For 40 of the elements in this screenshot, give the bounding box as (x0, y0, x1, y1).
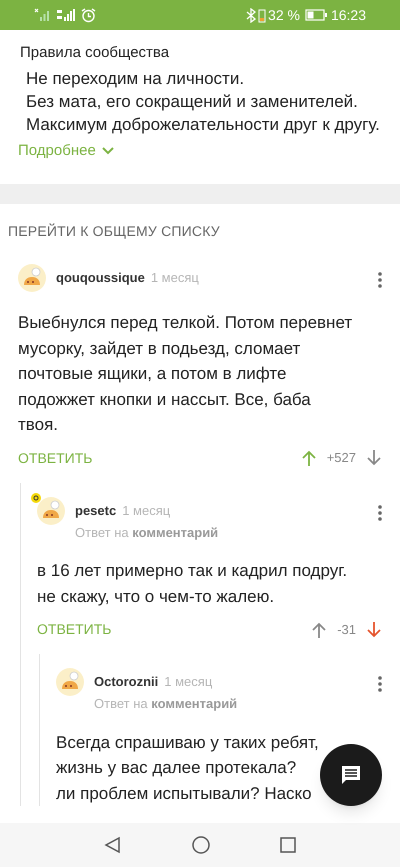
parent-comment-link[interactable]: комментарий (151, 696, 238, 711)
comment-text: в 16 лет примерно так и кадрил подруг. не скажу, что о чем-то жалею. (37, 560, 348, 608)
rating-count: -31 (337, 620, 356, 639)
comment-time: 1 месяц (164, 673, 212, 692)
bluetooth-icon (246, 8, 256, 22)
recents-icon[interactable] (280, 837, 296, 853)
parent-comment-link[interactable]: комментарий (132, 524, 218, 540)
back-icon[interactable] (104, 836, 122, 854)
rules-text: Не переходим на личности. Без мата, его сокращений и заменителей. Максимум доброжелательности друг к другу. (25, 68, 380, 136)
chevron-down-icon (102, 146, 114, 155)
upvote-icon[interactable] (311, 620, 328, 638)
more-options-icon[interactable] (378, 272, 382, 288)
comment-text: Всегда спрашиваю у таких ребят, жизнь у вас далее протекала? ли проблем испытывали? Наско (56, 732, 319, 804)
battery-icon (304, 9, 327, 21)
signal-icon (34, 8, 52, 22)
more-options-icon[interactable] (378, 676, 382, 692)
author-name[interactable]: qouqoussique (56, 268, 145, 288)
reply-to-label: Ответ на (75, 524, 129, 540)
signal-icon (56, 8, 76, 22)
rules-title: Правила сообщества (19, 43, 170, 63)
alarm-icon (81, 8, 96, 22)
battery-percent: 32 % (268, 6, 300, 24)
comment-time: 1 месяц (150, 269, 199, 288)
clock: 16:23 (330, 6, 366, 24)
downvote-icon[interactable] (366, 620, 382, 638)
more-link[interactable]: Подробнее (18, 140, 114, 162)
home-icon[interactable] (192, 836, 210, 854)
reply-button[interactable]: ОТВЕТИТЬ (37, 619, 112, 640)
more-options-icon[interactable] (378, 504, 382, 520)
battery-icon (258, 8, 266, 22)
message-icon (339, 763, 363, 787)
author-name[interactable]: Octoroznii (94, 672, 158, 692)
comment-text: Выебнулся перед телкой. Потом перевнет мусорку, зайдет в подьезд, сломает почтовые ящики, а потом в лифте подожжет кнопки и нассыт. Все, баба твоя. (18, 312, 352, 436)
reply-button[interactable]: ОТВЕТИТЬ (18, 448, 92, 468)
rating-count: +527 (326, 449, 356, 468)
all-comments-link[interactable]: ПЕРЕЙТИ К ОБЩЕМУ СПИСКУ (0, 204, 400, 250)
reply-to-label: Ответ на (94, 696, 148, 711)
author-name[interactable]: pesetc (75, 500, 116, 520)
comment-time: 1 месяц (122, 502, 170, 520)
downvote-icon[interactable] (366, 449, 382, 467)
